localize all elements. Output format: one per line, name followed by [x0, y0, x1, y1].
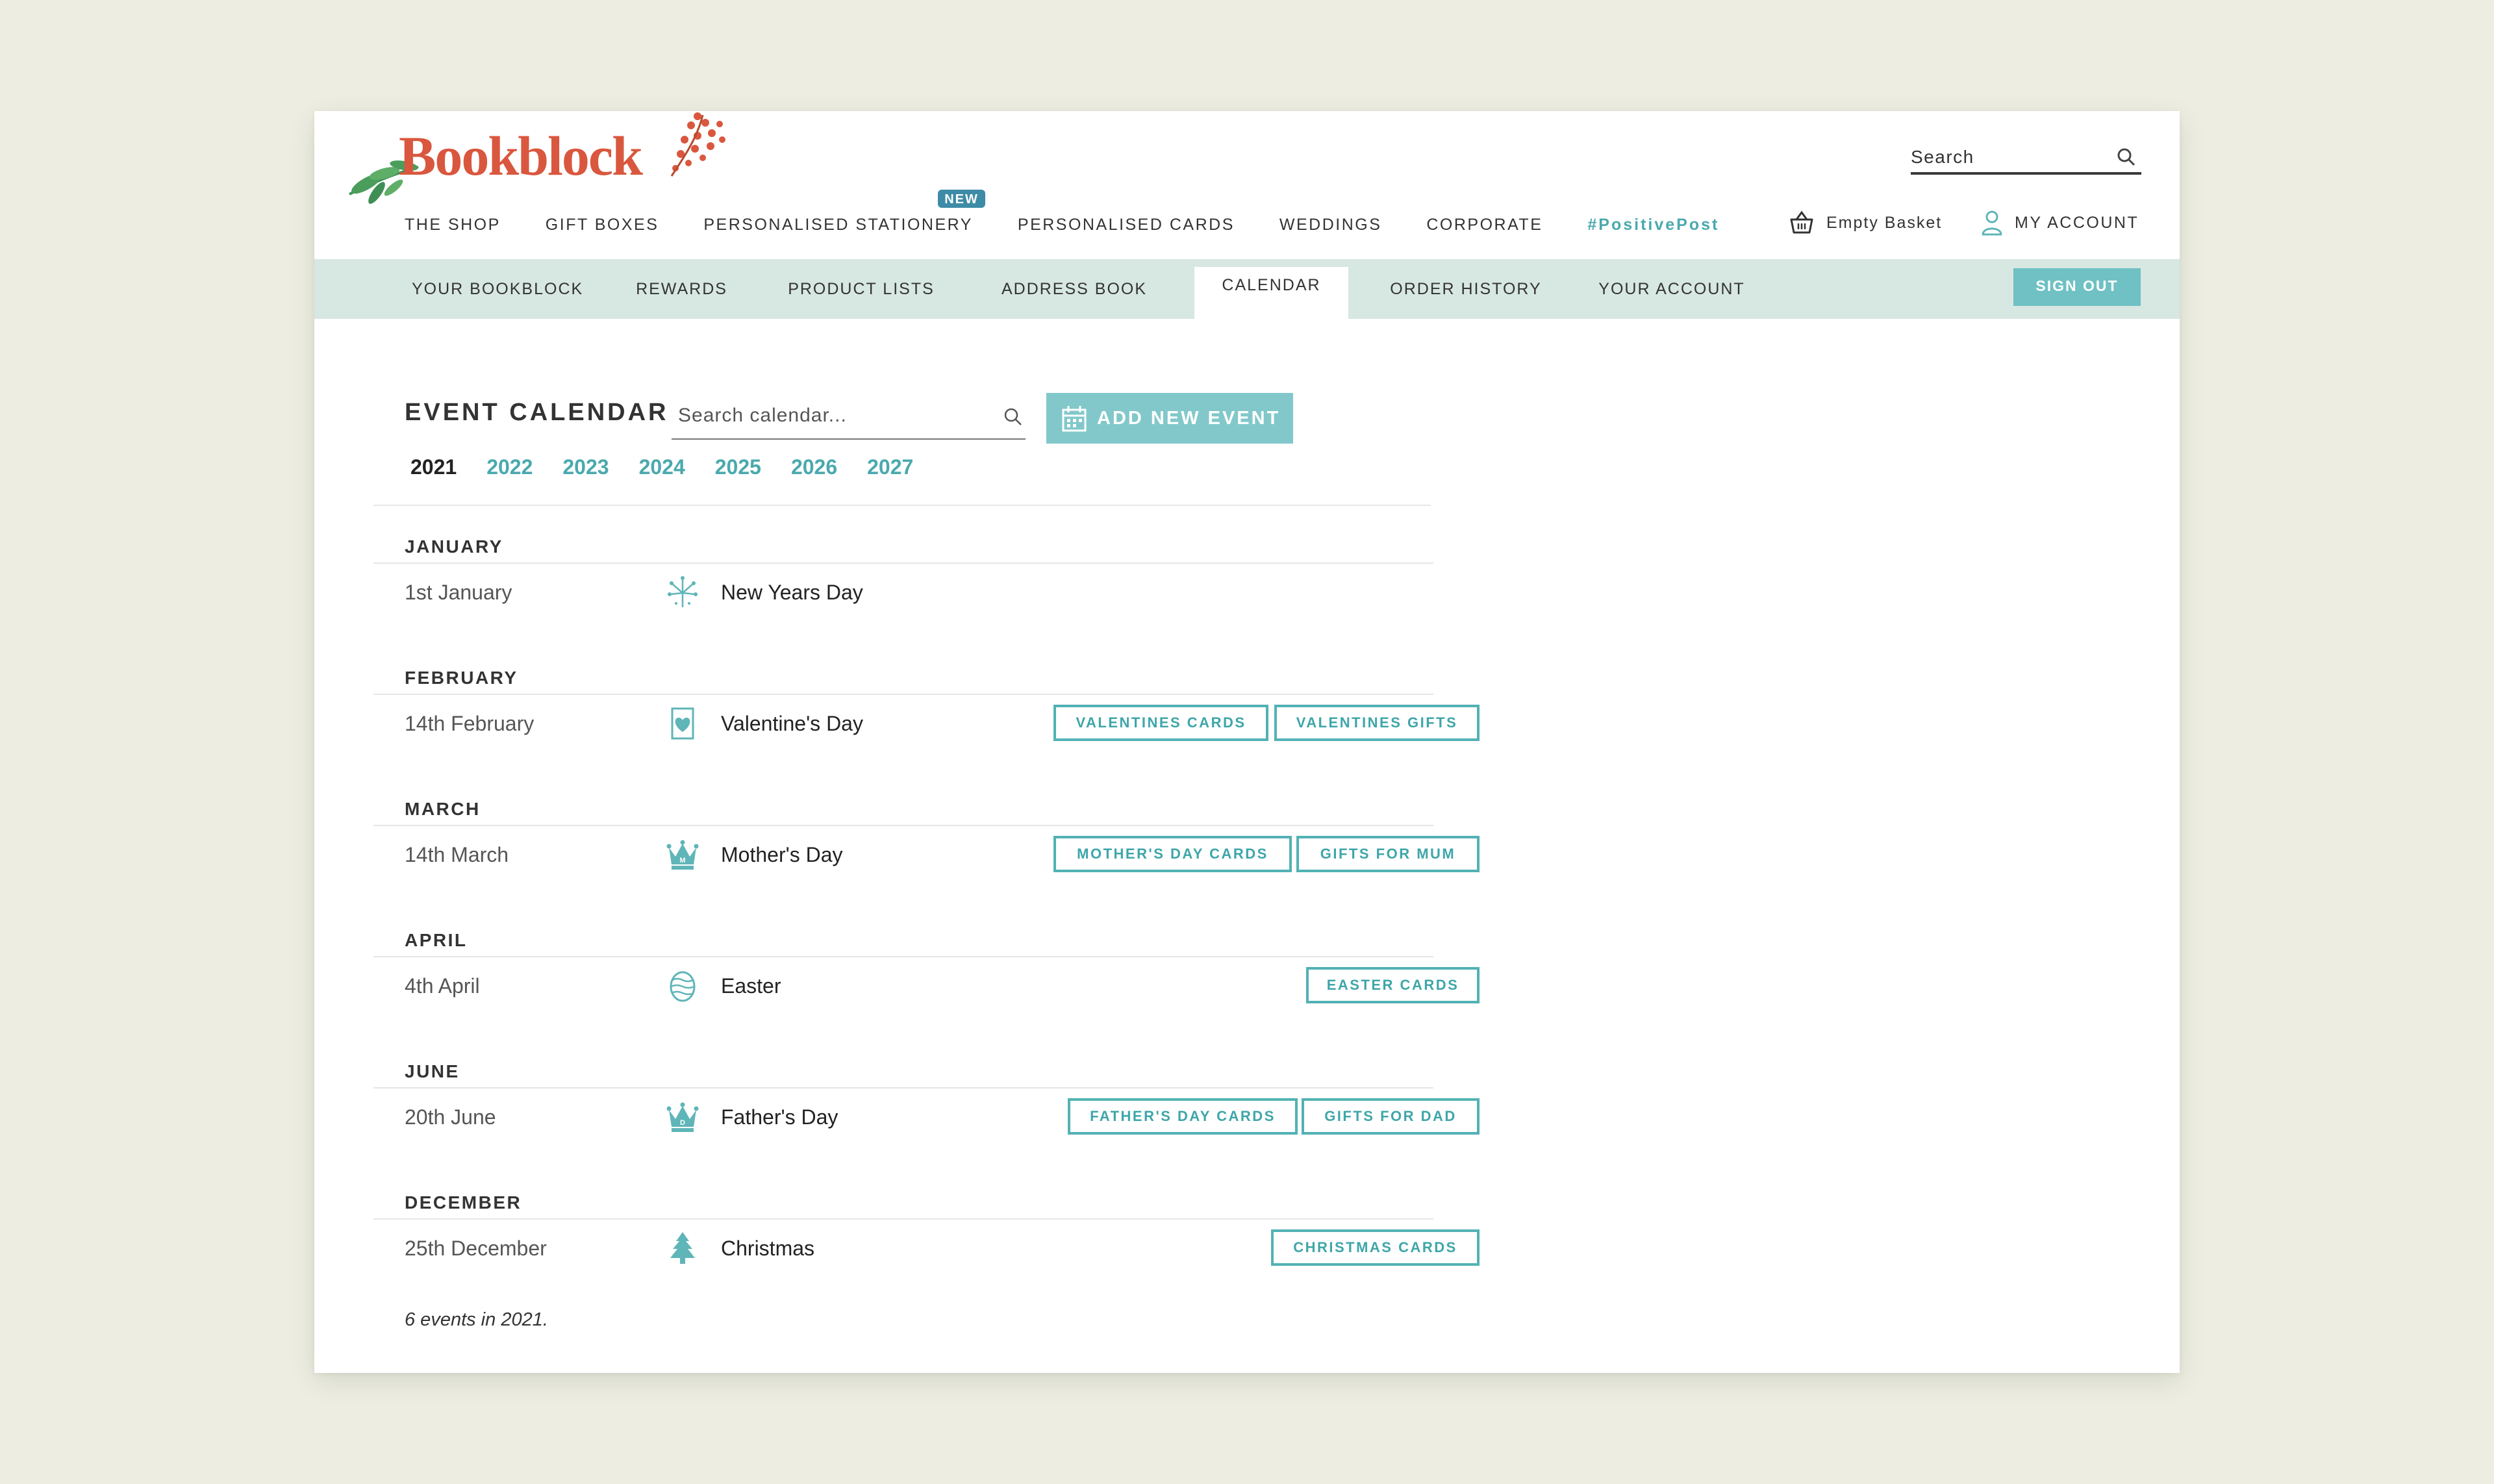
main-nav: THE SHOP GIFT BOXES PERSONALISED STATION…: [405, 189, 1764, 238]
divider: [373, 562, 1433, 564]
event-name: Christmas: [721, 1237, 815, 1260]
site-search-input[interactable]: [1911, 142, 2099, 172]
event-name: Valentine's Day: [721, 712, 863, 735]
account-subnav: YOUR BOOKBLOCK REWARDS PRODUCT LISTS ADD…: [314, 259, 2180, 319]
month-label: DECEMBER: [405, 1192, 522, 1213]
year-tab-2022[interactable]: 2022: [486, 455, 533, 479]
svg-text:M: M: [679, 857, 685, 864]
month-label: JUNE: [405, 1061, 460, 1081]
my-account-label: MY ACCOUNT: [2015, 213, 2139, 232]
year-tab-2025[interactable]: 2025: [715, 455, 761, 479]
christmas-tree-icon: [665, 1231, 700, 1266]
events-summary: 6 events in 2021.: [405, 1309, 548, 1330]
month-section-january: JANUARY 1st January New Years Day: [373, 536, 1433, 668]
basket-icon: [1790, 210, 1813, 234]
divider: [373, 956, 1433, 957]
valentines-cards-button[interactable]: VALENTINES CARDS: [1053, 705, 1268, 741]
user-icon: [1982, 210, 2002, 236]
calendar-search[interactable]: [672, 393, 1026, 440]
easter-cards-button[interactable]: EASTER CARDS: [1306, 967, 1480, 1003]
nav-the-shop[interactable]: THE SHOP: [405, 216, 501, 234]
fireworks-icon: [665, 575, 700, 610]
mothers-day-cards-button[interactable]: MOTHER'S DAY CARDS: [1053, 836, 1292, 872]
svg-text:D: D: [680, 1119, 685, 1127]
christmas-cards-button[interactable]: CHRISTMAS CARDS: [1271, 1229, 1480, 1266]
year-tabs: 2021 2022 2023 2024 2025 2026 2027: [410, 455, 943, 479]
year-tab-2021[interactable]: 2021: [410, 455, 457, 479]
fathers-day-cards-button[interactable]: FATHER'S DAY CARDS: [1068, 1098, 1298, 1135]
search-icon[interactable]: [1003, 407, 1023, 430]
sign-out-button[interactable]: SIGN OUT: [2013, 268, 2141, 306]
month-section-march: MARCH 14th March M Mother's Day MOTHER'S…: [373, 799, 1480, 930]
divider: [373, 1218, 1433, 1220]
divider: [373, 825, 1433, 826]
page-title: EVENT CALENDAR: [405, 399, 669, 426]
event-date: 14th March: [405, 843, 509, 866]
subnav-rewards[interactable]: REWARDS: [627, 259, 736, 319]
event-date: 25th December: [405, 1237, 547, 1260]
site-search[interactable]: [1911, 142, 2141, 175]
easter-egg-icon: [665, 968, 700, 1003]
event-date: 20th June: [405, 1105, 496, 1129]
valentines-gifts-button[interactable]: VALENTINES GIFTS: [1274, 705, 1480, 741]
calendar-add-icon: [1062, 406, 1087, 432]
nav-personalised-cards[interactable]: PERSONALISED CARDS: [1018, 216, 1235, 234]
search-icon[interactable]: [2117, 147, 2136, 170]
bookblock-logo[interactable]: Bookblock: [347, 111, 730, 208]
event-date: 1st January: [405, 581, 512, 604]
subnav-calendar[interactable]: CALENDAR: [1194, 267, 1348, 319]
add-new-event-label: ADD NEW EVENT: [1097, 407, 1281, 429]
subnav-address-book[interactable]: ADDRESS BOOK: [996, 259, 1152, 319]
nav-positive-post[interactable]: #PositivePost: [1587, 216, 1719, 234]
event-name: Mother's Day: [721, 843, 843, 866]
year-tab-2026[interactable]: 2026: [791, 455, 837, 479]
subnav-product-lists[interactable]: PRODUCT LISTS: [787, 259, 935, 319]
month-section-june: JUNE 20th June D Father's Day FATHER'S D…: [373, 1061, 1480, 1192]
event-name: Easter: [721, 974, 781, 998]
heart-card-icon: [665, 706, 700, 741]
subnav-order-history[interactable]: ORDER HISTORY: [1379, 259, 1552, 319]
month-label: APRIL: [405, 930, 468, 950]
my-account-link[interactable]: MY ACCOUNT: [1981, 208, 2139, 237]
year-tab-2023[interactable]: 2023: [562, 455, 609, 479]
gifts-for-mum-button[interactable]: GIFTS FOR MUM: [1296, 836, 1480, 872]
gifts-for-dad-button[interactable]: GIFTS FOR DAD: [1302, 1098, 1480, 1135]
nav-corporate[interactable]: CORPORATE: [1426, 216, 1543, 234]
nav-gift-boxes[interactable]: GIFT BOXES: [546, 216, 659, 234]
month-label: FEBRUARY: [405, 668, 518, 688]
nav-personalised-stationery-label: PERSONALISED STATIONERY: [703, 215, 973, 234]
crown-icon: M: [665, 837, 700, 872]
year-tab-2024[interactable]: 2024: [639, 455, 685, 479]
crown-icon: D: [665, 1100, 700, 1135]
basket-label: Empty Basket: [1826, 213, 1943, 232]
month-label: JANUARY: [405, 536, 503, 557]
add-new-event-button[interactable]: ADD NEW EVENT: [1046, 393, 1293, 444]
nav-weddings[interactable]: WEDDINGS: [1279, 216, 1382, 234]
logo-wordmark: Bookblock: [399, 125, 643, 187]
month-section-december: DECEMBER 25th December Christmas CHRISTM…: [373, 1192, 1480, 1324]
nav-personalised-stationery[interactable]: PERSONALISED STATIONERY NEW: [703, 189, 985, 234]
month-section-april: APRIL 4th April Easter EASTER CARDS: [373, 930, 1480, 1061]
event-name: New Years Day: [721, 581, 863, 604]
new-badge: NEW: [938, 189, 985, 208]
divider: [373, 1087, 1433, 1088]
basket-link[interactable]: Empty Basket: [1789, 208, 1942, 237]
divider: [373, 694, 1433, 695]
subnav-your-account[interactable]: YOUR ACCOUNT: [1594, 259, 1750, 319]
month-section-february: FEBRUARY 14th February Valentine's Day V…: [373, 668, 1480, 799]
event-date: 14th February: [405, 712, 535, 735]
year-tab-2027[interactable]: 2027: [867, 455, 913, 479]
divider: [373, 505, 1431, 506]
page-card: Bookblock THE SHOP GIFT BOXES PERSONALIS…: [314, 111, 2180, 1373]
month-label: MARCH: [405, 799, 481, 819]
event-name: Father's Day: [721, 1105, 838, 1129]
calendar-search-input[interactable]: [672, 393, 990, 438]
event-date: 4th April: [405, 974, 480, 998]
subnav-your-bookblock[interactable]: YOUR BOOKBLOCK: [412, 259, 582, 319]
